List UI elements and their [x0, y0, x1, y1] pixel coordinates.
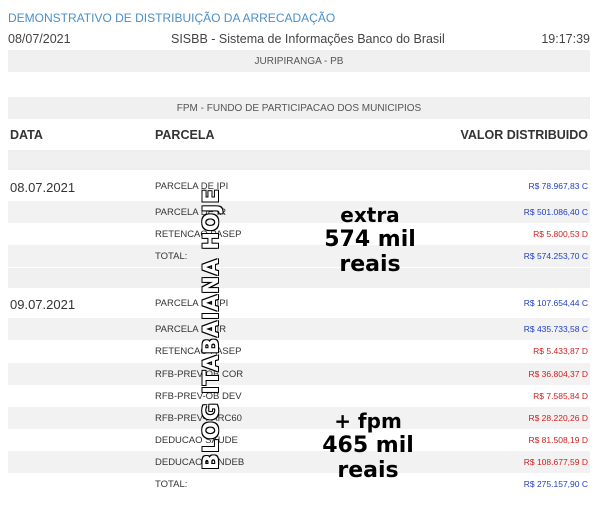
row-parcel: TOTAL: — [155, 479, 188, 490]
report-info-bar: 08/07/2021 SISBB - Sistema de Informaçõe… — [8, 32, 590, 48]
row-value: R$ 275.157,90 C — [523, 479, 588, 489]
row-value: R$ 7.585,84 D — [533, 391, 588, 401]
column-header-parcel: PARCELA — [155, 128, 215, 142]
table-row: RFB-PREV-OB DEV R$ 7.585,84 D — [8, 385, 590, 407]
overlay-label: + fpm — [334, 409, 402, 433]
row-value: R$ 81.508,19 D — [528, 435, 588, 445]
overlay-amount: 465 mil reais — [322, 433, 414, 484]
row-value: R$ 5.800,53 D — [533, 229, 588, 239]
row-value: R$ 574.253,70 C — [523, 251, 588, 261]
column-header-date: DATA — [10, 128, 43, 142]
municipality-name: JURIPIRANGA - PB — [254, 56, 344, 67]
overlay-amount: 574 mil reais — [324, 227, 416, 278]
row-value: R$ 36.804,37 D — [528, 369, 588, 379]
table-row: 09.07.2021 PARCELA DE IPI R$ 107.654,44 … — [8, 292, 590, 314]
row-value: R$ 108.677,59 D — [523, 457, 588, 467]
table-row: PARCELA DE IR R$ 435.733,58 C — [8, 318, 590, 340]
column-header-value: VALOR DISTRIBUIDO — [460, 128, 588, 142]
fpm-amount-overlay: + fpm 465 mil reais — [288, 410, 448, 484]
row-date: 08.07.2021 — [10, 180, 76, 195]
row-value: R$ 435.733,58 C — [523, 324, 588, 334]
row-value: R$ 78.967,83 C — [528, 181, 588, 191]
table-row: RETENCAO PASEP R$ 5.433,87 D — [8, 340, 590, 362]
report-date: 08/07/2021 — [8, 32, 71, 46]
overlay-label: extra — [340, 203, 400, 227]
fund-name: FPM - FUNDO DE PARTICIPACAO DOS MUNICIPI… — [176, 103, 422, 114]
row-value: R$ 5.433,87 D — [533, 346, 588, 356]
blog-watermark: BLOG ITABAIANA HOJE — [199, 188, 223, 470]
table-row: RFB-PREV-OB COR R$ 36.804,37 D — [8, 363, 590, 385]
municipality-band: JURIPIRANGA - PB — [8, 50, 590, 72]
system-name: SISBB - Sistema de Informações Banco do … — [171, 32, 445, 46]
table-header: DATA PARCELA VALOR DISTRIBUIDO — [8, 124, 590, 146]
report-time: 19:17:39 — [541, 32, 590, 46]
fund-band: FPM - FUNDO DE PARTICIPACAO DOS MUNICIPI… — [8, 97, 590, 119]
row-value: R$ 28.220,26 D — [528, 413, 588, 423]
extra-amount-overlay: extra 574 mil reais — [290, 204, 450, 278]
row-value: R$ 501.086,40 C — [523, 207, 588, 217]
row-parcel: TOTAL: — [155, 251, 188, 262]
table-row: 08.07.2021 PARCELA DE IPI R$ 78.967,83 C — [8, 175, 590, 197]
report-title: DEMONSTRATIVO DE DISTRIBUIÇÃO DA ARRECAD… — [8, 11, 336, 25]
row-value: R$ 107.654,44 C — [523, 298, 588, 308]
row-date: 09.07.2021 — [10, 297, 76, 312]
table-spacer-row — [8, 150, 590, 170]
